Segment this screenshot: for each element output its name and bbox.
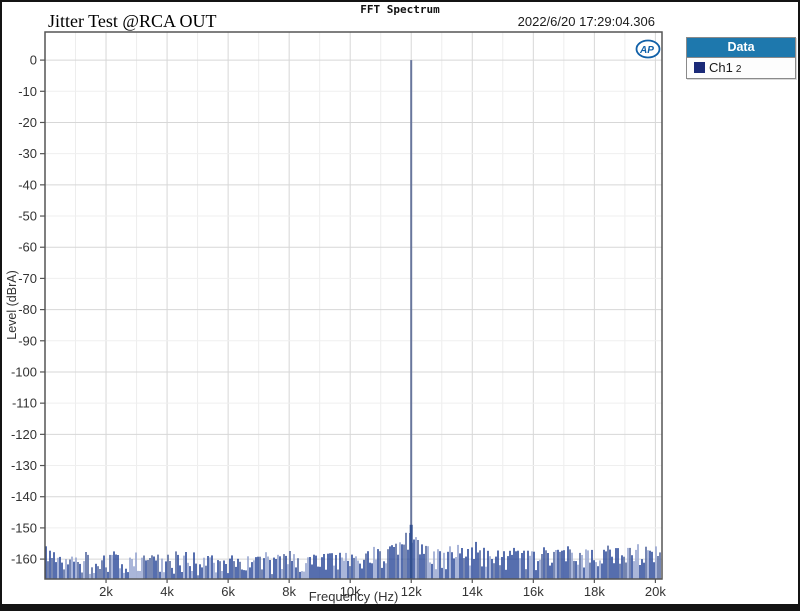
legend-item-ch1[interactable]: Ch1 2	[687, 58, 795, 78]
svg-text:-20: -20	[18, 115, 37, 130]
svg-text:6k: 6k	[221, 584, 235, 599]
ap-logo: AP	[637, 41, 660, 58]
svg-text:-50: -50	[18, 209, 37, 224]
y-axis-label: Level (dBrA)	[5, 270, 19, 339]
svg-text:16k: 16k	[523, 584, 544, 599]
x-axis-label: Frequency (Hz)	[309, 589, 399, 604]
svg-text:-160: -160	[11, 552, 37, 567]
svg-text:8k: 8k	[282, 584, 296, 599]
svg-text:20k: 20k	[645, 584, 666, 599]
fft-report-window: FFT Spectrum Jitter Test @RCA OUT 2022/6…	[0, 0, 800, 611]
svg-text:-80: -80	[18, 302, 37, 317]
legend-item-channel-number: 2	[736, 64, 742, 75]
svg-text:-60: -60	[18, 240, 37, 255]
svg-text:-40: -40	[18, 177, 37, 192]
svg-text:14k: 14k	[462, 584, 483, 599]
noise-floor-bars	[45, 533, 661, 579]
gridlines	[45, 32, 662, 579]
svg-text:18k: 18k	[584, 584, 605, 599]
svg-text:-70: -70	[18, 271, 37, 286]
legend-panel: Data Ch1 2	[686, 37, 796, 79]
series-color-swatch	[694, 62, 705, 73]
legend-title: Data	[687, 38, 795, 58]
svg-text:-110: -110	[12, 396, 37, 411]
peak-12khz	[410, 60, 413, 579]
svg-text:AP: AP	[639, 45, 654, 56]
svg-text:0: 0	[30, 53, 37, 68]
svg-text:2k: 2k	[99, 584, 113, 599]
svg-text:-10: -10	[18, 84, 37, 99]
svg-text:-90: -90	[18, 333, 37, 348]
fft-chart-canvas[interactable]: 0 -10 -20 -30 -40 -50 -60 -70 -80 -90 -100 -110 -120…	[2, 2, 800, 611]
legend-item-label: Ch1	[709, 60, 733, 75]
svg-text:-100: -100	[11, 364, 37, 379]
svg-text:4k: 4k	[160, 584, 174, 599]
svg-text:-30: -30	[18, 146, 37, 161]
svg-text:-150: -150	[11, 520, 37, 535]
svg-text:-130: -130	[11, 458, 37, 473]
svg-text:-140: -140	[11, 489, 37, 504]
axis-ticks-and-labels: 0 -10 -20 -30 -40 -50 -60 -70 -80 -90 -100 -110 -120…	[11, 53, 666, 599]
svg-text:-120: -120	[11, 427, 37, 442]
svg-text:12k: 12k	[401, 584, 422, 599]
